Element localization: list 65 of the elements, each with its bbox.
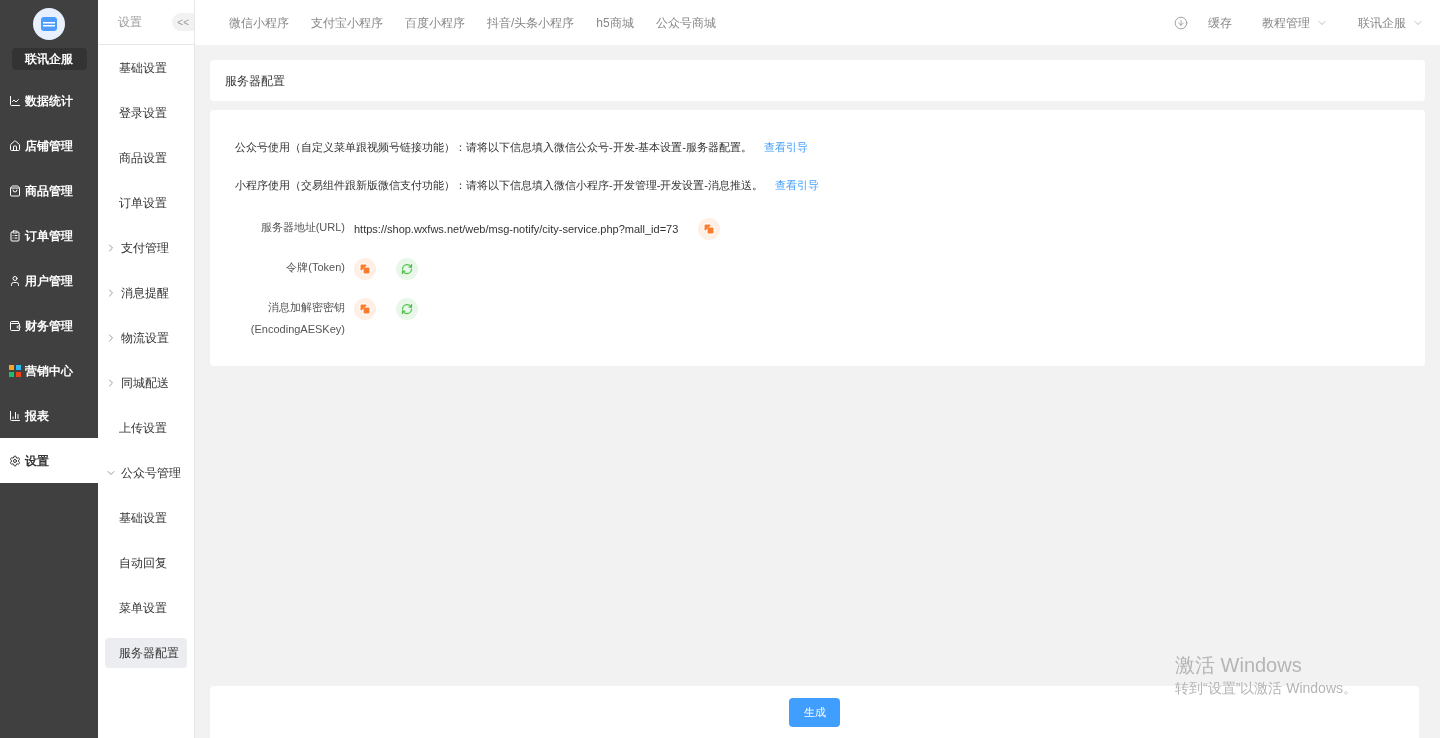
sidebar-item[interactable]: 商品管理	[0, 168, 98, 213]
submenu-title: 设置	[118, 14, 142, 31]
copy-button[interactable]	[354, 258, 376, 280]
activation-watermark-title: 激活 Windows	[1175, 653, 1303, 678]
bar-chart-icon	[9, 409, 21, 422]
activation-watermark-text: 转到“设置”以激活 Windows。	[1175, 679, 1357, 698]
logo-icon	[41, 17, 57, 31]
submenu-item[interactable]: 订单设置	[105, 187, 187, 218]
sidebar-item[interactable]: 设置	[0, 438, 98, 483]
top-tab[interactable]: 微信小程序	[229, 13, 289, 32]
submenu-group[interactable]: 物流设置	[105, 328, 169, 347]
submenu-item[interactable]: 基础设置	[105, 502, 187, 533]
sidebar-item[interactable]: 数据统计	[0, 78, 98, 123]
instruction-text: 公众号使用（自定义菜单跟视频号链接功能）：请将以下信息填入微信公众号-开发-基本设置-服务器配置。	[235, 139, 752, 155]
refresh-icon	[401, 303, 413, 315]
line-chart-icon	[9, 94, 21, 107]
dropdown-menu[interactable]: 联讯企服	[1358, 13, 1424, 32]
sidebar-item[interactable]: 营销中心	[0, 348, 98, 393]
copy-icon	[703, 223, 716, 235]
house-icon	[9, 139, 21, 152]
instruction-text: 小程序使用（交易组件跟新版微信支付功能）：请将以下信息填入微信小程序-开发管理-开发设置-消息推送。	[235, 177, 763, 193]
field-label: 消息加解密密钥	[268, 300, 345, 315]
top-tab[interactable]: h5商城	[596, 13, 634, 32]
four-color-icon	[9, 364, 21, 377]
sidebar-item[interactable]: 订单管理	[0, 213, 98, 258]
submenu-item[interactable]: 商品设置	[105, 142, 187, 173]
bag-icon	[9, 184, 21, 197]
field-value: https://shop.wxfws.net/web/msg-notify/city-service.php?mall_id=73	[354, 221, 679, 237]
sidebar-item[interactable]: 店铺管理	[0, 123, 98, 168]
sidebar-item[interactable]: 用户管理	[0, 258, 98, 303]
refresh-icon	[401, 263, 413, 275]
submenu-group[interactable]: 同城配送	[105, 373, 169, 392]
top-tab[interactable]: 百度小程序	[405, 13, 465, 32]
copy-icon	[359, 303, 371, 315]
brand-name: 联讯企服	[11, 48, 87, 70]
sidebar-item[interactable]: 财务管理	[0, 303, 98, 348]
submenu-group[interactable]: 公众号管理	[105, 463, 181, 482]
user-icon	[9, 274, 21, 287]
settings-icon	[9, 454, 21, 467]
copy-icon	[359, 263, 371, 275]
top-tab[interactable]: 支付宝小程序	[311, 13, 383, 32]
submenu-item[interactable]: 菜单设置	[105, 592, 187, 623]
top-tab[interactable]: 公众号商城	[655, 13, 716, 32]
submenu-group[interactable]: 消息提醒	[105, 283, 169, 302]
submenu-item[interactable]: 基础设置	[105, 52, 187, 83]
submenu-item[interactable]: 登录设置	[105, 97, 187, 128]
clipboard-icon	[9, 229, 21, 242]
field-label: 服务器地址(URL)	[260, 220, 345, 235]
top-tab[interactable]: 抖音/头条小程序	[487, 13, 575, 32]
dropdown-menu[interactable]: 教程管理	[1262, 13, 1328, 32]
cache-button[interactable]: 缓存	[1208, 13, 1232, 32]
refresh-button[interactable]	[396, 298, 418, 320]
field-label: 令牌(Token)	[286, 260, 345, 275]
submenu-item[interactable]: 自动回复	[105, 547, 187, 578]
page-title: 服务器配置	[225, 72, 285, 90]
refresh-button[interactable]	[396, 258, 418, 280]
download-icon[interactable]	[1174, 15, 1188, 30]
submenu-group[interactable]: 支付管理	[105, 238, 169, 257]
field-label: (EncodingAESKey)	[250, 322, 345, 337]
submenu-item[interactable]: 服务器配置	[105, 637, 187, 668]
sidebar-item[interactable]: 报表	[0, 393, 98, 438]
submenu-item[interactable]: 上传设置	[105, 412, 187, 443]
copy-button[interactable]	[698, 218, 721, 240]
copy-button[interactable]	[354, 298, 376, 320]
wallet-icon	[9, 319, 21, 332]
